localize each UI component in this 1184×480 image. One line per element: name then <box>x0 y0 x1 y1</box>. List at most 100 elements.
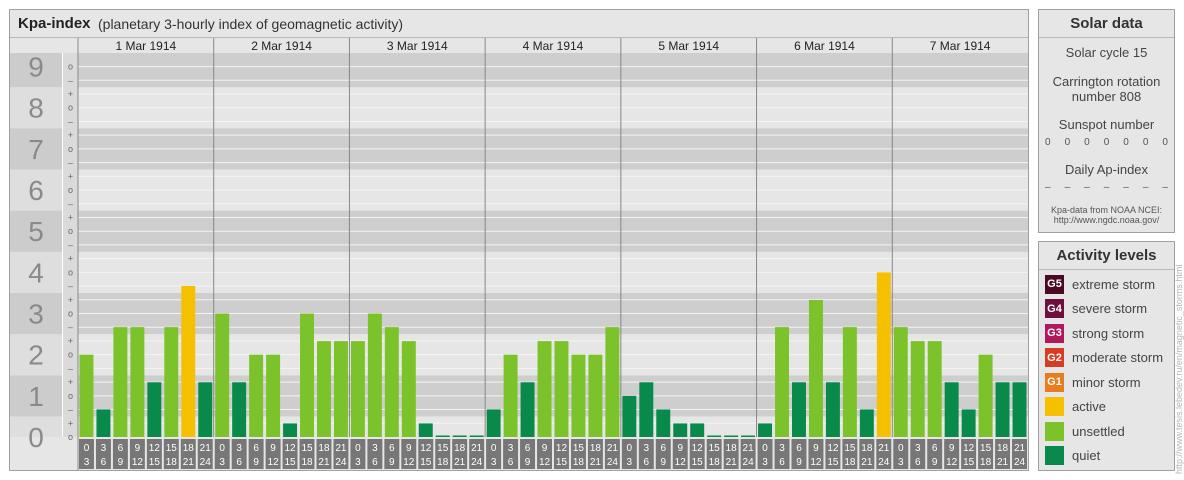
hour-end-label: 6 <box>101 457 107 468</box>
hour-end-label: 24 <box>200 457 212 468</box>
kp-bar <box>266 354 281 437</box>
sunspot-value: 0 <box>1142 137 1149 148</box>
hour-start-label: 9 <box>677 443 683 454</box>
credit-url: http://www.tesis.lebedev.ru/en/magnetic_… <box>1174 264 1184 474</box>
day-label: 4 Mar 1914 <box>523 39 584 53</box>
y-minor-label: + <box>68 89 73 99</box>
hour-start-label: 21 <box>607 443 619 454</box>
y-minor-label: + <box>68 254 73 264</box>
hour-end-label: 18 <box>301 457 313 468</box>
kp-bar <box>537 341 552 437</box>
kpa-chart-panel: Kpa-index (planetary 3-hourly index of g… <box>9 9 1029 471</box>
ap-index-value: – <box>1123 182 1129 193</box>
hour-start-label: 15 <box>709 443 721 454</box>
hour-start-label: 0 <box>219 443 225 454</box>
hour-end-label: 12 <box>132 457 144 468</box>
sunspot-value: 0 <box>1084 137 1090 148</box>
kp-bar <box>96 409 111 437</box>
kp-bar <box>707 435 722 437</box>
kp-bar <box>198 382 213 437</box>
hour-end-label: 9 <box>796 457 802 468</box>
kp-bar <box>792 382 806 437</box>
hour-start-label: 18 <box>997 443 1009 454</box>
day-label: 2 Mar 1914 <box>251 39 312 53</box>
hour-start-label: 21 <box>200 443 212 454</box>
kp-bar <box>554 341 569 437</box>
kp-bar <box>808 299 823 437</box>
y-minor-label: o <box>68 185 73 195</box>
y-minor-label: – <box>68 116 73 126</box>
kp-bar <box>469 435 484 437</box>
activity-levels-title: Activity levels <box>1039 242 1174 270</box>
hour-end-label: 3 <box>219 457 225 468</box>
kp-bar <box>147 382 162 437</box>
y-minor-label: + <box>68 171 73 181</box>
hour-start-label: 0 <box>898 443 904 454</box>
kp-bar <box>758 423 773 437</box>
legend-swatch: G3 <box>1045 323 1064 343</box>
hour-start-label: 21 <box>471 443 483 454</box>
hour-start-label: 15 <box>573 443 585 454</box>
kp-bar <box>910 341 925 437</box>
activity-levels-panel: Activity levels G5 extreme storm G4 severe … <box>1038 241 1175 471</box>
kp-bar <box>995 382 1010 437</box>
ap-index-value: – <box>1084 182 1090 193</box>
sunspot-value: 0 <box>1103 137 1110 148</box>
y-minor-label: + <box>68 130 73 140</box>
hour-start-label: 15 <box>301 443 313 454</box>
hour-start-label: 9 <box>949 443 955 454</box>
hour-start-label: 12 <box>556 443 568 454</box>
solar-data-panel: Solar data Solar cycle 15 Carrington rot… <box>1038 9 1175 233</box>
kp-bar <box>79 354 94 437</box>
hour-end-label: 24 <box>335 457 347 468</box>
hour-end-label: 18 <box>437 457 449 468</box>
legend-swatch: G5 <box>1045 274 1064 294</box>
hour-end-label: 9 <box>525 457 531 468</box>
hour-end-label: 6 <box>236 457 242 468</box>
source-url: http://www.ngdc.noaa.gov/ <box>1053 215 1160 225</box>
hour-end-label: 6 <box>508 457 514 468</box>
kp-bar <box>876 272 891 437</box>
hour-end-label: 24 <box>878 457 890 468</box>
day-label: 6 Mar 1914 <box>794 39 855 53</box>
hour-start-label: 21 <box>1014 443 1026 454</box>
y-minor-label: + <box>68 212 73 222</box>
legend-item: G5 extreme storm <box>1045 274 1155 294</box>
ap-index-value: – <box>1103 182 1110 193</box>
hour-end-label: 12 <box>268 457 280 468</box>
hour-end-label: 9 <box>932 457 938 468</box>
legend-item: G1 minor storm <box>1045 372 1141 392</box>
kp-bar <box>113 327 128 437</box>
hour-end-label: 3 <box>898 457 904 468</box>
kp-bar <box>164 327 179 437</box>
kp-bar <box>367 313 382 437</box>
y-minor-label: o <box>68 226 73 236</box>
kp-bar <box>944 382 959 437</box>
hour-end-label: 21 <box>454 457 466 468</box>
legend-label: minor storm <box>1072 374 1141 390</box>
kp-bar <box>317 341 331 437</box>
legend-swatch: G2 <box>1045 348 1064 367</box>
y-level-label: 3 <box>28 299 44 330</box>
legend-item: G2 moderate storm <box>1045 348 1163 368</box>
hour-end-label: 6 <box>779 457 785 468</box>
y-level-label: 1 <box>28 381 44 412</box>
hour-start-label: 21 <box>335 443 347 454</box>
carrington-number: number 808 <box>1071 89 1142 104</box>
legend-label: moderate storm <box>1072 350 1164 365</box>
sunspot-value: 0 <box>1162 137 1168 148</box>
y-level-label: 0 <box>28 422 44 453</box>
y-level-label: 9 <box>28 52 44 83</box>
y-level-label: 6 <box>28 175 44 206</box>
kp-bar <box>842 327 857 437</box>
hour-end-label: 15 <box>284 457 296 468</box>
sunspot-value: 0 <box>1123 137 1129 148</box>
hour-start-label: 12 <box>692 443 704 454</box>
hour-start-label: 3 <box>101 443 107 454</box>
legend-label: severe storm <box>1072 301 1148 316</box>
hour-start-label: 12 <box>284 443 296 454</box>
kp-bar <box>130 327 145 437</box>
y-minor-label: – <box>68 158 73 168</box>
y-minor-label: + <box>68 336 73 346</box>
day-label: 3 Mar 1914 <box>387 39 448 53</box>
